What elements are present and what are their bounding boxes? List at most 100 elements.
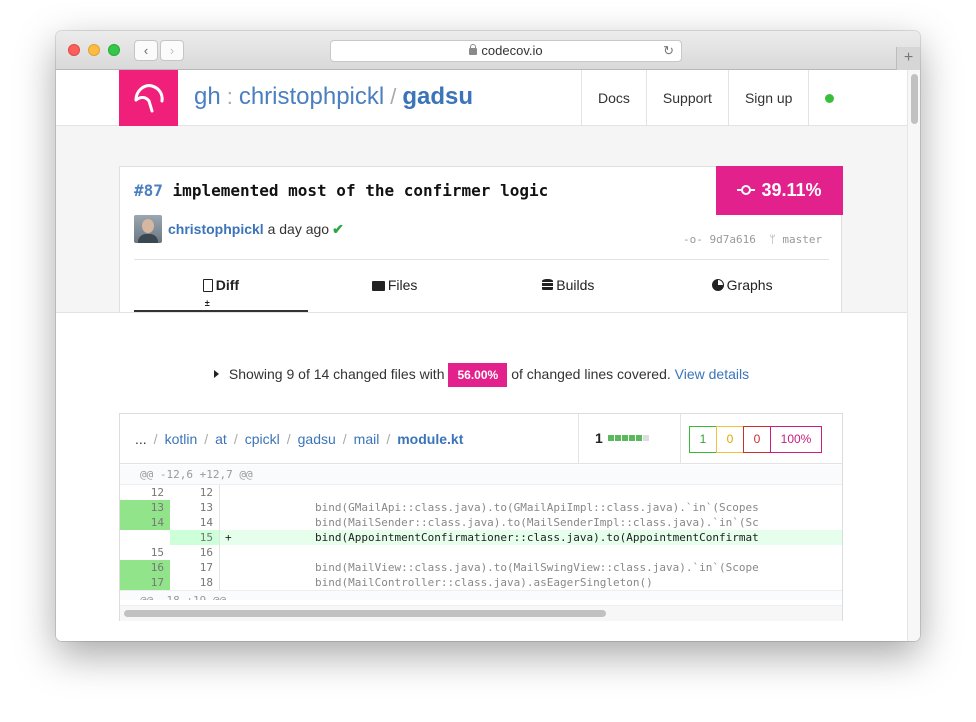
chevron-left-icon: ‹: [143, 43, 149, 58]
new-line-number: 16: [170, 545, 220, 560]
commit-message: implemented most of the confirmer logic: [172, 181, 549, 200]
summary-prefix: Showing 9 of 14 changed files with: [228, 366, 445, 382]
address-bar[interactable]: codecov.io ↻: [330, 40, 682, 62]
tab-label: Builds: [556, 277, 595, 293]
hunk-header: @@ -18 +19 @@: [120, 590, 842, 600]
reload-icon[interactable]: ↻: [663, 41, 674, 61]
new-line-number: 12: [170, 485, 220, 500]
new-tab-button[interactable]: +: [896, 47, 920, 70]
tab-label: Files: [387, 277, 418, 293]
misses-count: 0: [743, 426, 771, 453]
coverage-square: [642, 435, 649, 441]
coverage-square: [621, 435, 628, 441]
diff-marker: [220, 560, 230, 575]
summary-percent-badge: 56.00%: [448, 363, 508, 387]
commit-sha-branch: -o- 9d7a616 ᛘ master: [683, 233, 822, 246]
status-indicator[interactable]: [809, 70, 851, 126]
owner-prefix-link[interactable]: gh: [194, 83, 221, 110]
path-separator: /: [204, 431, 209, 447]
path-segment[interactable]: at: [215, 431, 227, 447]
author-link[interactable]: christophpickl: [168, 221, 264, 237]
close-window-button[interactable]: [68, 44, 80, 56]
old-line-number: 14: [120, 515, 170, 530]
old-line-number: 12: [150, 486, 164, 499]
header-nav: Docs Support Sign up: [581, 70, 851, 126]
scrollbar-thumb[interactable]: [911, 74, 918, 124]
tab-label: Graphs: [726, 277, 773, 293]
line-counts: 1 0 0 100%: [689, 426, 822, 453]
old-line-number: [120, 530, 170, 545]
nav-docs[interactable]: Docs: [582, 70, 647, 126]
coverage-ratio: 1: [578, 414, 681, 464]
hunk-header: @@ -12,6 +12,7 @@: [120, 465, 842, 485]
ratio-value: 1: [595, 430, 603, 446]
repo-link[interactable]: gadsu: [402, 83, 473, 110]
tab-label: Diff: [215, 277, 240, 293]
code-line: bind(MailController::class.java).asEager…: [315, 576, 653, 589]
coverage-square: [607, 435, 614, 441]
coverage-square: [628, 435, 635, 441]
browser-window: ‹ › codecov.io ↻ + gh: christophpickl / gad…: [56, 31, 920, 641]
tab-builds[interactable]: Builds: [482, 260, 656, 312]
new-line-number: 15: [170, 530, 220, 545]
commit-tabs: Diff Files Builds Graphs: [134, 259, 829, 328]
expand-caret-icon[interactable]: [213, 370, 219, 378]
diff-marker: [220, 485, 230, 500]
pr-number[interactable]: #87: [134, 181, 163, 200]
code-line: bind(GMailApi::class.java).to(GMailApiIm…: [315, 501, 759, 514]
tab-diff[interactable]: Diff: [134, 260, 308, 328]
forward-button[interactable]: ›: [160, 40, 184, 61]
scrollbar-thumb[interactable]: [124, 610, 606, 617]
partials-count: 0: [716, 426, 744, 453]
umbrella-icon: [134, 84, 164, 113]
avatar[interactable]: [134, 215, 162, 243]
code-line: bind(MailSender::class.java).to(MailSend…: [315, 516, 759, 529]
tab-graphs[interactable]: Graphs: [655, 260, 829, 312]
tab-files[interactable]: Files: [308, 260, 482, 312]
plus-icon: +: [903, 49, 914, 66]
status-dot-icon: [825, 94, 835, 103]
minimize-window-button[interactable]: [88, 44, 100, 56]
codecov-logo[interactable]: [119, 70, 178, 126]
nav-sign-up[interactable]: Sign up: [729, 70, 810, 126]
coverage-square: [635, 435, 642, 441]
view-details-link[interactable]: View details: [675, 366, 749, 382]
new-line-number: 17: [170, 560, 220, 575]
path-segment[interactable]: cpickl: [245, 431, 280, 447]
site-header: gh: christophpickl / gadsu Docs Support Sig…: [56, 70, 907, 126]
code-line: bind(MailView::class.java).to(MailSwingV…: [315, 561, 759, 574]
repo-breadcrumb: gh: christophpickl / gadsu: [194, 83, 473, 111]
path-segment[interactable]: kotlin: [165, 431, 198, 447]
new-line-number: 13: [170, 500, 220, 515]
diff-line: 17 18 bind(MailController::class.java).asE…: [120, 575, 842, 590]
coverage-badge: 39.11%: [716, 166, 843, 215]
vertical-scrollbar[interactable]: [907, 70, 920, 641]
diff-line: 15 16: [120, 545, 842, 560]
hits-count: 1: [689, 426, 717, 453]
path-separator: /: [342, 431, 347, 447]
folder-icon: [371, 281, 385, 291]
owner-link[interactable]: christophpickl: [239, 83, 384, 110]
branch-icon: ᛘ: [769, 233, 776, 246]
commit-title: #87 implemented most of the confirmer lo…: [134, 181, 548, 200]
nav-support[interactable]: Support: [647, 70, 729, 126]
url-text: codecov.io: [481, 43, 543, 58]
path-ellipsis[interactable]: ...: [135, 431, 147, 447]
path-segment[interactable]: mail: [354, 431, 380, 447]
page-content: gh: christophpickl / gadsu Docs Support Sig…: [56, 70, 920, 641]
commit-sha[interactable]: 9d7a616: [710, 233, 756, 246]
back-button[interactable]: ‹: [134, 40, 158, 61]
commit-time: a day ago: [267, 221, 330, 237]
file-name-link[interactable]: module.kt: [397, 431, 463, 447]
path-separator: /: [153, 431, 158, 447]
summary-suffix: of changed lines covered.: [511, 366, 671, 382]
horizontal-scrollbar[interactable]: [120, 605, 842, 621]
branch-name[interactable]: master: [782, 233, 822, 246]
diff-line: 14 14 bind(MailSender::class.java).to(Mail…: [120, 515, 842, 530]
pie-chart-icon: [711, 279, 724, 291]
diff-section: Showing 9 of 14 changed files with 56.00%…: [56, 312, 907, 641]
diff-line: 16 17 bind(MailView::class.java).to(MailSw…: [120, 560, 842, 575]
path-segment[interactable]: gadsu: [298, 431, 336, 447]
zoom-window-button[interactable]: [108, 44, 120, 56]
